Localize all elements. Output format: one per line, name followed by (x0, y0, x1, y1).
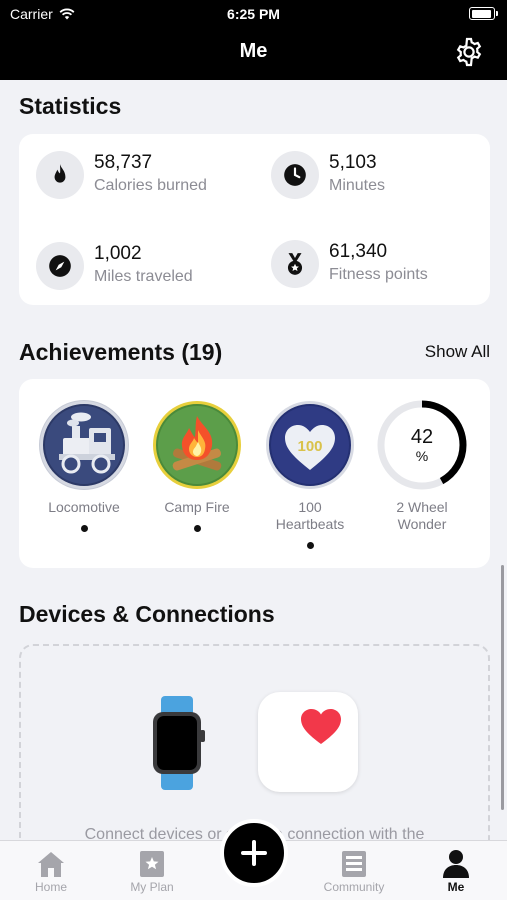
achievement-name: Locomotive (48, 499, 120, 515)
minutes-value: 5,103 (329, 152, 377, 173)
heart-badge: 100 (265, 400, 355, 490)
progress-value: 42 (410, 426, 434, 448)
statistics-card: 58,737 Calories burned 5,103 Minutes 1,0… (19, 134, 490, 305)
battery-icon (469, 7, 498, 20)
status-time: 6:25 PM (227, 6, 280, 22)
achievement-dot (80, 525, 88, 532)
achievement-dot (306, 542, 314, 549)
achievement-name: 2 Wheel Wonder (396, 499, 448, 532)
stat-fitness-points: 61,340 Fitness points (271, 240, 428, 288)
tab-label: Home (34, 880, 67, 894)
tab-label: Me (447, 880, 465, 894)
achievements-title: Achievements (19) (19, 339, 223, 365)
tab-label: My Plan (130, 880, 174, 894)
achievement-name: Camp Fire (164, 499, 230, 515)
scrollbar[interactable] (501, 565, 504, 810)
progress-ring: 42 % (377, 400, 467, 490)
tab-me[interactable]: Me (411, 848, 501, 894)
page-title: Me (239, 40, 268, 62)
top-bar: Carrier 6:25 PM Me (0, 0, 507, 80)
health-app-icon (258, 692, 358, 792)
plus-icon (241, 840, 267, 866)
statistics-title: Statistics (19, 93, 122, 119)
clock-icon (271, 151, 319, 199)
fitness-points-label: Fitness points (329, 266, 428, 283)
achievement-locomotive[interactable]: Locomotive (29, 400, 139, 532)
watch-icon (153, 696, 205, 790)
person-icon (443, 850, 469, 878)
stat-miles: 1,002 Miles traveled (36, 242, 193, 290)
plan-icon (140, 851, 164, 877)
achievement-100-heartbeats[interactable]: 100 100 Heartbeats (255, 400, 365, 549)
tab-home[interactable]: Home (6, 848, 96, 894)
stat-calories: 58,737 Calories burned (36, 151, 207, 199)
compass-icon (36, 242, 84, 290)
flame-icon (36, 151, 84, 199)
achievement-name: 100 Heartbeats (275, 499, 345, 532)
miles-label: Miles traveled (94, 268, 193, 285)
stat-minutes: 5,103 Minutes (271, 151, 385, 199)
achievement-2-wheel-wonder[interactable]: 42 % 2 Wheel Wonder (367, 400, 477, 533)
calories-label: Calories burned (94, 177, 207, 194)
fitness-points-value: 61,340 (329, 241, 388, 262)
heart-icon (301, 709, 341, 744)
campfire-badge (152, 400, 242, 490)
heart-badge-text: 100 (297, 438, 322, 455)
miles-value: 1,002 (94, 243, 142, 264)
tab-label: Community (323, 880, 385, 894)
achievement-campfire[interactable]: Camp Fire (142, 400, 252, 532)
calories-value: 58,737 (94, 152, 153, 173)
devices-title: Devices & Connections (19, 601, 275, 627)
home-icon (38, 852, 64, 877)
tab-my-plan[interactable]: My Plan (107, 848, 197, 894)
locomotive-badge (39, 400, 129, 490)
medal-icon (271, 240, 319, 288)
achievement-dot (193, 525, 201, 532)
progress-unit: % (415, 448, 429, 464)
show-all-link[interactable]: Show All (425, 342, 490, 362)
minutes-label: Minutes (329, 177, 386, 194)
community-icon (342, 851, 366, 877)
status-bar: Carrier 6:25 PM (0, 0, 507, 28)
gear-icon[interactable] (453, 36, 485, 68)
tab-community[interactable]: Community (309, 848, 399, 894)
tab-bar: Home My Plan Community Me (0, 819, 507, 900)
add-button[interactable] (220, 819, 288, 887)
